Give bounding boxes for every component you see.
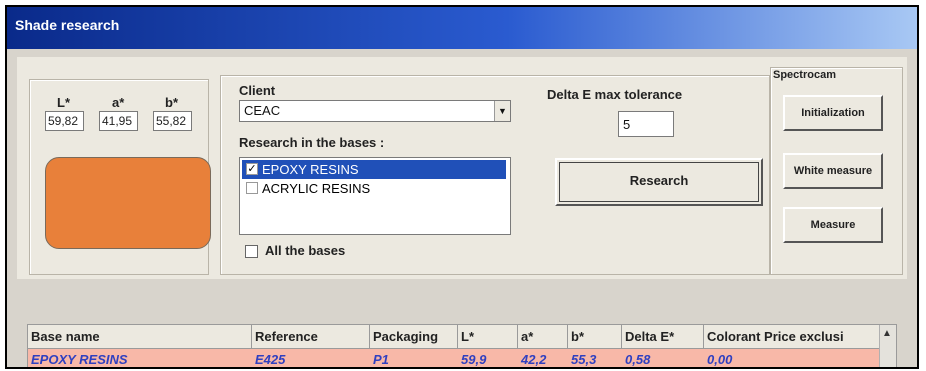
vertical-scrollbar[interactable]: ▲ — [879, 325, 896, 367]
chevron-down-icon[interactable]: ▼ — [494, 101, 510, 121]
checkbox-checked-icon[interactable]: ✓ — [246, 163, 258, 175]
table-row[interactable]: EPOXY RESINS E425 P1 59,9 42,2 55,3 0,58… — [28, 349, 880, 367]
checkbox-icon[interactable] — [246, 182, 258, 194]
table-cell: 55,3 — [571, 352, 597, 367]
a-label: a* — [112, 95, 125, 110]
column-header[interactable]: L* — [458, 325, 518, 349]
results-table: Base name Reference Packaging L* a* b* D… — [27, 324, 897, 367]
color-swatch — [45, 157, 211, 249]
table-cell: EPOXY RESINS — [31, 352, 128, 367]
title-bar: Shade research — [7, 7, 917, 49]
column-header[interactable]: a* — [518, 325, 568, 349]
bases-listbox[interactable]: ✓ EPOXY RESINS ACRYLIC RESINS — [239, 157, 511, 235]
b-value-field[interactable] — [153, 111, 192, 131]
tolerance-label: Delta E max tolerance — [547, 87, 683, 102]
l-value-field[interactable] — [45, 111, 84, 131]
shade-research-window: Shade research L* a* b* Client CEAC ▼ Re… — [5, 5, 919, 369]
bases-label: Research in the bases : — [239, 135, 385, 150]
a-value-field[interactable] — [99, 111, 138, 131]
white-measure-button[interactable]: White measure — [783, 153, 883, 189]
spectrocam-label: Spectrocam — [773, 69, 836, 81]
client-area: L* a* b* Client CEAC ▼ Research in the b… — [17, 57, 907, 279]
base-item-label: EPOXY RESINS — [262, 162, 359, 177]
initialization-button[interactable]: Initialization — [783, 95, 883, 131]
table-cell: 0,58 — [625, 352, 651, 367]
chevron-up-icon[interactable]: ▲ — [882, 328, 892, 339]
table-cell: 0,00 — [707, 352, 733, 367]
client-value: CEAC — [244, 103, 281, 118]
column-header[interactable]: b* — [568, 325, 622, 349]
client-combobox[interactable]: CEAC ▼ — [239, 100, 511, 122]
column-header[interactable]: Base name — [28, 325, 252, 349]
tolerance-field[interactable] — [618, 111, 674, 137]
all-bases-label: All the bases — [265, 243, 346, 258]
table-cell: 42,2 — [521, 352, 547, 367]
list-item[interactable]: ✓ EPOXY RESINS — [242, 160, 506, 179]
list-item[interactable]: ACRYLIC RESINS — [242, 179, 506, 198]
all-bases-checkbox[interactable] — [245, 245, 258, 258]
table-cell: E425 — [255, 352, 286, 367]
l-label: L* — [57, 95, 70, 110]
client-label: Client — [239, 83, 276, 98]
column-header[interactable]: Reference — [252, 325, 370, 349]
measure-button[interactable]: Measure — [783, 207, 883, 243]
base-item-label: ACRYLIC RESINS — [262, 181, 371, 196]
column-header[interactable]: Delta E* — [622, 325, 704, 349]
table-cell: 59,9 — [461, 352, 487, 367]
research-button[interactable]: Research — [555, 158, 763, 206]
column-header[interactable]: Packaging — [370, 325, 458, 349]
b-label: b* — [165, 95, 178, 110]
table-header: Base name Reference Packaging L* a* b* D… — [28, 325, 880, 349]
window-title: Shade research — [15, 17, 120, 33]
column-header[interactable]: Colorant Price exclusi — [704, 325, 880, 349]
table-cell: P1 — [373, 352, 389, 367]
